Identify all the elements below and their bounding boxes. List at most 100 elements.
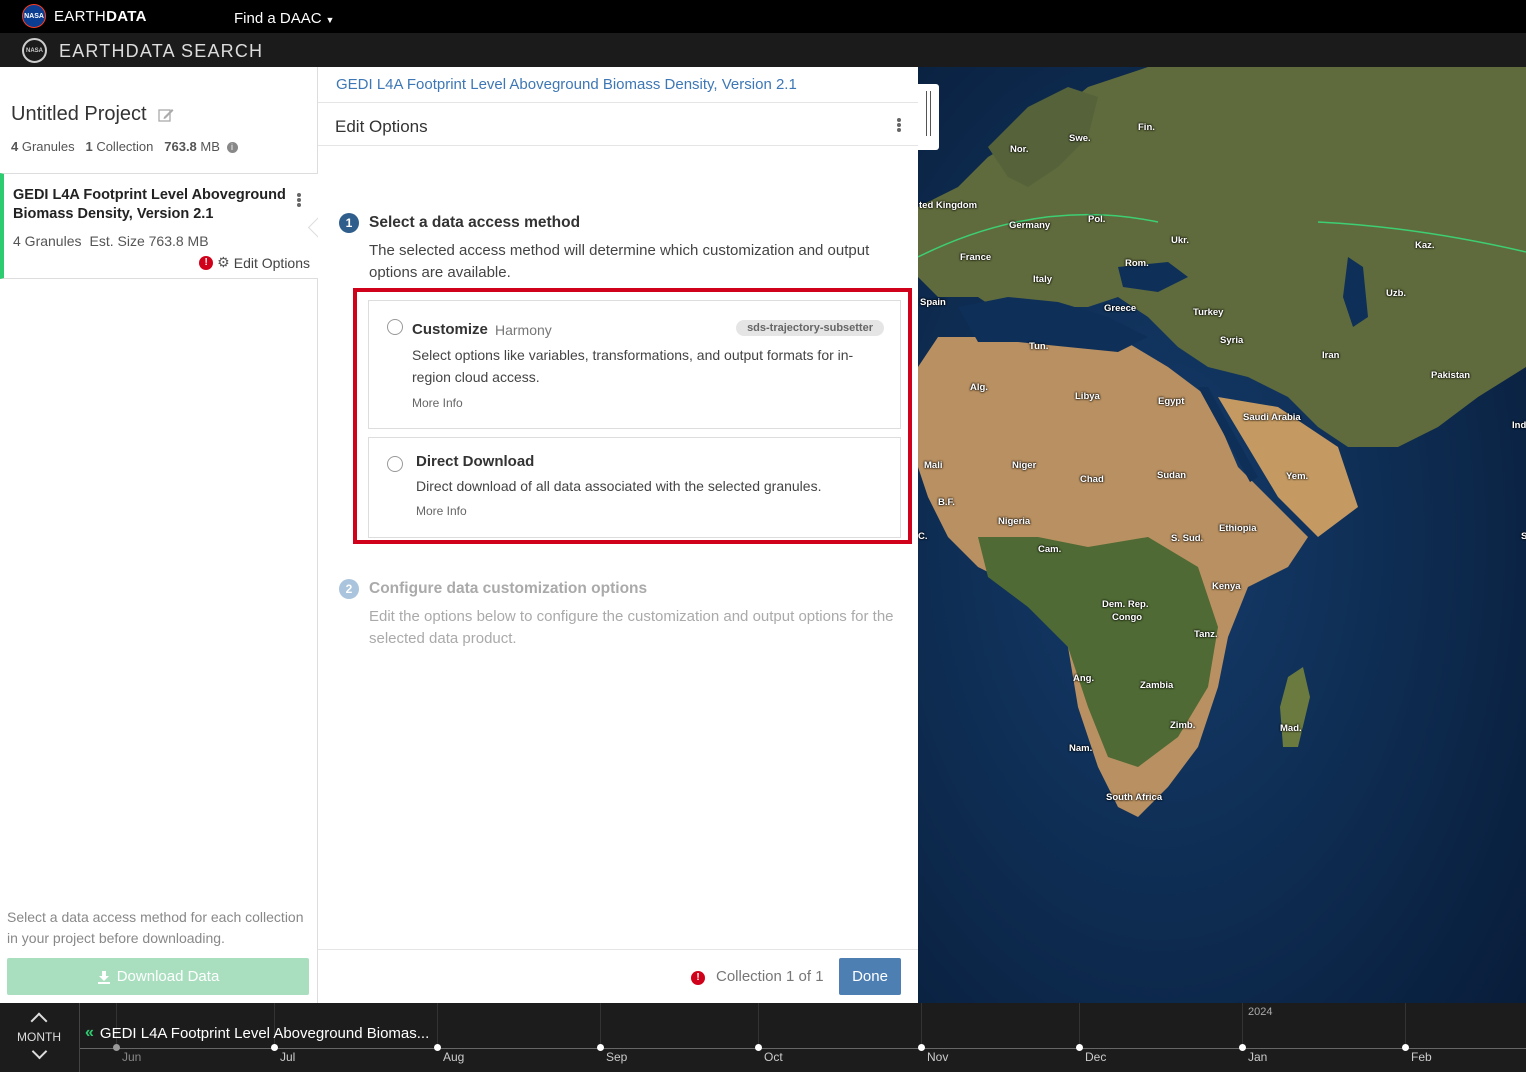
step-1-title: Select a data access method — [369, 214, 581, 231]
map-label: Italy — [1033, 274, 1053, 285]
info-icon[interactable]: i — [226, 142, 238, 153]
find-daac-dropdown[interactable]: Find a DAAC ▼ — [234, 10, 334, 27]
timeline-month-label: Aug — [443, 1050, 465, 1064]
map-label: Mali — [924, 460, 943, 471]
earthdata-brand-bold: DATA — [106, 8, 147, 25]
download-data-label: Download Data — [116, 968, 220, 985]
timeline-marker[interactable] — [271, 1044, 278, 1051]
customize-radio[interactable] — [387, 319, 403, 335]
map-label: Syria — [1220, 335, 1244, 346]
earthdata-topbar: NASA EARTHDATA Find a DAAC ▼ — [0, 0, 1526, 33]
map-label: France — [960, 252, 992, 263]
nasa-logo-icon[interactable]: NASA — [22, 4, 46, 28]
map-label: Congo — [1112, 612, 1143, 623]
caret-down-icon: ▼ — [325, 15, 335, 25]
timeline-marker[interactable] — [1402, 1044, 1409, 1051]
map-label: Iran — [1322, 350, 1340, 361]
timeline-month-label: Jun — [122, 1050, 142, 1064]
timeline-tick — [1079, 1003, 1080, 1049]
footer-error-icon: ! — [691, 971, 705, 985]
map-label: Germany — [1009, 220, 1051, 231]
earthdata-search-brand[interactable]: EARTHDATA SEARCH — [59, 41, 263, 62]
timeline-month-label: Jul — [280, 1050, 296, 1064]
map-label: Niger — [1012, 460, 1037, 471]
step-2-number: 2 — [339, 579, 359, 599]
zoom-down-icon[interactable] — [31, 1043, 48, 1060]
map-label: Mad. — [1280, 723, 1302, 734]
timeline-tick — [1405, 1003, 1406, 1049]
edit-title-icon[interactable] — [158, 107, 174, 123]
timeline[interactable]: MONTH « GEDI L4A Footprint Level Abovegr… — [0, 1003, 1526, 1072]
project-size: 763.8 — [164, 139, 197, 154]
panel-menu-icon[interactable] — [897, 117, 901, 133]
access-method-customize[interactable]: Customize Harmony sds-trajectory-subsett… — [368, 300, 901, 429]
download-data-button[interactable]: Download Data — [7, 958, 309, 995]
timeline-tick — [600, 1003, 601, 1049]
earthdata-search-header: NASA EARTHDATA SEARCH — [0, 33, 1526, 67]
service-badge: sds-trajectory-subsetter — [736, 320, 884, 336]
customize-title: Customize — [412, 321, 488, 338]
map-label: Libya — [1075, 391, 1100, 402]
access-method-direct-download[interactable]: Direct Download Direct download of all d… — [368, 437, 901, 538]
direct-download-more-info-link[interactable]: More Info — [416, 504, 467, 518]
map-label: Turkey — [1193, 307, 1224, 318]
map-label: Spain — [920, 297, 946, 308]
timeline-marker[interactable] — [113, 1044, 120, 1051]
timeline-month-label: Sep — [606, 1050, 628, 1064]
download-hint: Select a data access method for each col… — [7, 909, 304, 946]
timeline-marker[interactable] — [434, 1044, 441, 1051]
earthdata-brand[interactable]: EARTHDATA — [54, 8, 147, 25]
map-label: Greece — [1104, 303, 1137, 314]
timeline-zoom-control: MONTH — [0, 1003, 80, 1072]
collection-menu-icon[interactable] — [296, 192, 302, 208]
timeline-marker[interactable] — [597, 1044, 604, 1051]
map-terrain — [918, 67, 1526, 1003]
download-icon — [97, 970, 110, 984]
map-label: Saudi Arabia — [1243, 412, 1301, 423]
map-label: Ethiopia — [1219, 523, 1257, 534]
step-2-description: Edit the options below to configure the … — [369, 608, 894, 647]
edit-options-link[interactable]: ! ⚙ Edit Options — [199, 254, 310, 271]
map-label: Nor. — [1010, 144, 1029, 155]
project-summary: 4 Granules 1 Collection 763.8 MB i — [11, 139, 238, 154]
map-label: Alg. — [970, 382, 988, 393]
timeline-marker[interactable] — [1239, 1044, 1246, 1051]
collection-granules: 4 Granules — [13, 233, 82, 249]
timeline-collection[interactable]: « GEDI L4A Footprint Level Aboveground B… — [85, 1024, 429, 1042]
map-label: Chad — [1080, 474, 1104, 485]
collection-count: 1 — [85, 139, 93, 154]
timeline-marker[interactable] — [755, 1044, 762, 1051]
timeline-marker[interactable] — [918, 1044, 925, 1051]
panel-resize-handle[interactable] — [918, 84, 939, 150]
map-label: Egypt — [1158, 396, 1185, 407]
map-label: Kaz. — [1415, 240, 1435, 251]
customize-more-info-link[interactable]: More Info — [412, 396, 463, 410]
search-brand-light: EARTHDATA — [59, 41, 175, 61]
collection-card[interactable]: GEDI L4A Footprint Level Aboveground Bio… — [0, 173, 318, 279]
timeline-month-label: Oct — [764, 1050, 783, 1064]
step-2-title: Configure data customization options — [369, 580, 648, 597]
map-label: Ang. — [1073, 673, 1095, 684]
map-label: Yem. — [1286, 471, 1309, 482]
timeline-marker[interactable] — [1076, 1044, 1083, 1051]
error-icon: ! — [199, 255, 214, 270]
done-button[interactable]: Done — [839, 958, 901, 995]
customize-subtitle: Harmony — [495, 322, 552, 338]
timeline-month-label: Dec — [1085, 1050, 1107, 1064]
map-label: Tun. — [1029, 341, 1049, 352]
nasa-meatball-icon[interactable]: NASA — [22, 38, 47, 63]
direct-download-title: Direct Download — [416, 453, 535, 470]
customize-description: Select options like variables, transform… — [412, 347, 854, 385]
map-label: Pol. — [1088, 214, 1106, 225]
map-label: Fin. — [1138, 122, 1155, 133]
map-label: Tanz. — [1194, 629, 1218, 640]
map-label: Zambia — [1140, 680, 1174, 691]
collection-title-link[interactable]: GEDI L4A Footprint Level Aboveground Bio… — [336, 76, 797, 93]
timeline-month-label: Feb — [1411, 1050, 1432, 1064]
edit-options-panel: GEDI L4A Footprint Level Aboveground Bio… — [318, 67, 918, 1003]
timeline-month-label: Nov — [927, 1050, 949, 1064]
zoom-up-icon[interactable] — [30, 1012, 48, 1030]
map-view[interactable]: Swe. Fin. Nor. ted Kingdom Germany Pol. … — [918, 67, 1526, 1003]
collection-progress: Collection 1 of 1 — [716, 968, 824, 985]
direct-download-radio[interactable] — [387, 456, 403, 472]
